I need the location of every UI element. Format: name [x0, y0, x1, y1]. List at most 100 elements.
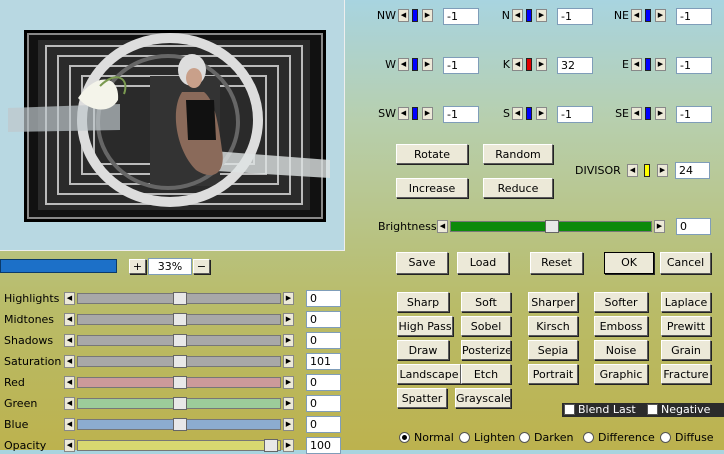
adjust-slider-thumb-midtones[interactable]: [173, 313, 187, 326]
matrix-value-field-s[interactable]: -1: [557, 106, 593, 123]
load-button[interactable]: Load: [457, 252, 509, 274]
blend-mode-radio-darken[interactable]: [519, 432, 530, 443]
matrix-decrease-arrow-w[interactable]: ◀: [398, 58, 409, 71]
blend-mode-radio-lighten[interactable]: [459, 432, 470, 443]
adjust-value-field-opacity[interactable]: 100: [306, 437, 341, 454]
matrix-value-field-e[interactable]: -1: [676, 57, 712, 74]
blend-mode-radio-normal[interactable]: [399, 432, 410, 443]
adjust-decrease-arrow-opacity[interactable]: ◀: [64, 439, 75, 452]
zoom-in-button[interactable]: +: [129, 259, 146, 274]
preset-sharp-button[interactable]: Sharp: [397, 292, 449, 312]
matrix-increase-arrow-se[interactable]: ▶: [655, 107, 666, 120]
adjust-increase-arrow-highlights[interactable]: ▶: [283, 292, 294, 305]
adjust-decrease-arrow-shadows[interactable]: ◀: [64, 334, 75, 347]
adjust-value-field-red[interactable]: 0: [306, 374, 341, 391]
adjust-value-field-highlights[interactable]: 0: [306, 290, 341, 307]
preset-graphic-button[interactable]: Graphic: [594, 364, 648, 384]
adjust-decrease-arrow-blue[interactable]: ◀: [64, 418, 75, 431]
adjust-decrease-arrow-midtones[interactable]: ◀: [64, 313, 75, 326]
blend-mode-radio-diffuse[interactable]: [660, 432, 671, 443]
matrix-value-field-n[interactable]: -1: [557, 8, 593, 25]
brightness-slider-thumb[interactable]: [545, 220, 559, 233]
blend-mode-radio-difference[interactable]: [583, 432, 594, 443]
preset-etch-button[interactable]: Etch: [461, 364, 511, 384]
matrix-increase-arrow-w[interactable]: ▶: [422, 58, 433, 71]
matrix-decrease-arrow-n[interactable]: ◀: [512, 9, 523, 22]
divisor-decrease-arrow[interactable]: ◀: [627, 164, 638, 177]
matrix-decrease-arrow-s[interactable]: ◀: [512, 107, 523, 120]
adjust-slider-thumb-green[interactable]: [173, 397, 187, 410]
matrix-decrease-arrow-e[interactable]: ◀: [631, 58, 642, 71]
matrix-decrease-arrow-sw[interactable]: ◀: [398, 107, 409, 120]
adjust-value-field-shadows[interactable]: 0: [306, 332, 341, 349]
matrix-value-field-k[interactable]: 32: [557, 57, 593, 74]
adjust-increase-arrow-opacity[interactable]: ▶: [283, 439, 294, 452]
adjust-increase-arrow-blue[interactable]: ▶: [283, 418, 294, 431]
preset-soft-button[interactable]: Soft: [461, 292, 511, 312]
reset-button[interactable]: Reset: [530, 252, 583, 274]
preset-posterize-button[interactable]: Posterize: [461, 340, 511, 360]
adjust-slider-thumb-highlights[interactable]: [173, 292, 187, 305]
adjust-value-field-blue[interactable]: 0: [306, 416, 341, 433]
adjust-decrease-arrow-saturation[interactable]: ◀: [64, 355, 75, 368]
divisor-value-field[interactable]: 24: [675, 162, 710, 179]
save-button[interactable]: Save: [396, 252, 448, 274]
preset-fracture-button[interactable]: Fracture: [661, 364, 711, 384]
matrix-increase-arrow-s[interactable]: ▶: [536, 107, 547, 120]
rotate-button[interactable]: Rotate: [396, 144, 468, 164]
adjust-increase-arrow-red[interactable]: ▶: [283, 376, 294, 389]
preset-softer-button[interactable]: Softer: [594, 292, 648, 312]
adjust-slider-thumb-saturation[interactable]: [173, 355, 187, 368]
preset-emboss-button[interactable]: Emboss: [594, 316, 648, 336]
preset-high-pass-button[interactable]: High Pass: [397, 316, 453, 336]
matrix-decrease-arrow-se[interactable]: ◀: [631, 107, 642, 120]
matrix-slider-knob-nw[interactable]: [412, 9, 418, 22]
preset-sepia-button[interactable]: Sepia: [528, 340, 578, 360]
matrix-decrease-arrow-ne[interactable]: ◀: [631, 9, 642, 22]
matrix-increase-arrow-nw[interactable]: ▶: [422, 9, 433, 22]
matrix-slider-knob-ne[interactable]: [645, 9, 651, 22]
adjust-slider-thumb-shadows[interactable]: [173, 334, 187, 347]
cancel-button[interactable]: Cancel: [660, 252, 711, 274]
brightness-increase-arrow[interactable]: ▶: [654, 220, 665, 233]
preset-sharper-button[interactable]: Sharper: [528, 292, 578, 312]
preset-kirsch-button[interactable]: Kirsch: [528, 316, 578, 336]
adjust-slider-track-opacity[interactable]: [77, 440, 281, 451]
matrix-slider-knob-e[interactable]: [645, 58, 651, 71]
matrix-increase-arrow-ne[interactable]: ▶: [655, 9, 666, 22]
preset-grain-button[interactable]: Grain: [661, 340, 711, 360]
adjust-decrease-arrow-red[interactable]: ◀: [64, 376, 75, 389]
matrix-slider-knob-k[interactable]: [526, 58, 532, 71]
preset-spatter-button[interactable]: Spatter: [397, 388, 447, 408]
matrix-slider-knob-n[interactable]: [526, 9, 532, 22]
adjust-slider-thumb-blue[interactable]: [173, 418, 187, 431]
matrix-increase-arrow-sw[interactable]: ▶: [422, 107, 433, 120]
brightness-value-field[interactable]: 0: [676, 218, 711, 235]
matrix-slider-knob-sw[interactable]: [412, 107, 418, 120]
matrix-decrease-arrow-nw[interactable]: ◀: [398, 9, 409, 22]
adjust-decrease-arrow-highlights[interactable]: ◀: [64, 292, 75, 305]
matrix-value-field-w[interactable]: -1: [443, 57, 479, 74]
adjust-slider-thumb-opacity[interactable]: [264, 439, 278, 452]
matrix-slider-knob-s[interactable]: [526, 107, 532, 120]
preset-grayscale-button[interactable]: Grayscale: [455, 388, 511, 408]
adjust-value-field-midtones[interactable]: 0: [306, 311, 341, 328]
matrix-increase-arrow-n[interactable]: ▶: [536, 9, 547, 22]
brightness-decrease-arrow[interactable]: ◀: [437, 220, 448, 233]
preset-portrait-button[interactable]: Portrait: [528, 364, 578, 384]
reduce-button[interactable]: Reduce: [483, 178, 553, 198]
matrix-value-field-nw[interactable]: -1: [443, 8, 479, 25]
preset-prewitt-button[interactable]: Prewitt: [661, 316, 711, 336]
matrix-value-field-ne[interactable]: -1: [676, 8, 712, 25]
matrix-slider-knob-se[interactable]: [645, 107, 651, 120]
random-button[interactable]: Random: [483, 144, 553, 164]
adjust-decrease-arrow-green[interactable]: ◀: [64, 397, 75, 410]
adjust-increase-arrow-green[interactable]: ▶: [283, 397, 294, 410]
matrix-value-field-se[interactable]: -1: [676, 106, 712, 123]
zoom-out-button[interactable]: −: [193, 259, 210, 274]
preset-laplace-button[interactable]: Laplace: [661, 292, 711, 312]
adjust-slider-thumb-red[interactable]: [173, 376, 187, 389]
preset-sobel-button[interactable]: Sobel: [461, 316, 511, 336]
matrix-decrease-arrow-k[interactable]: ◀: [512, 58, 523, 71]
increase-button[interactable]: Increase: [396, 178, 468, 198]
